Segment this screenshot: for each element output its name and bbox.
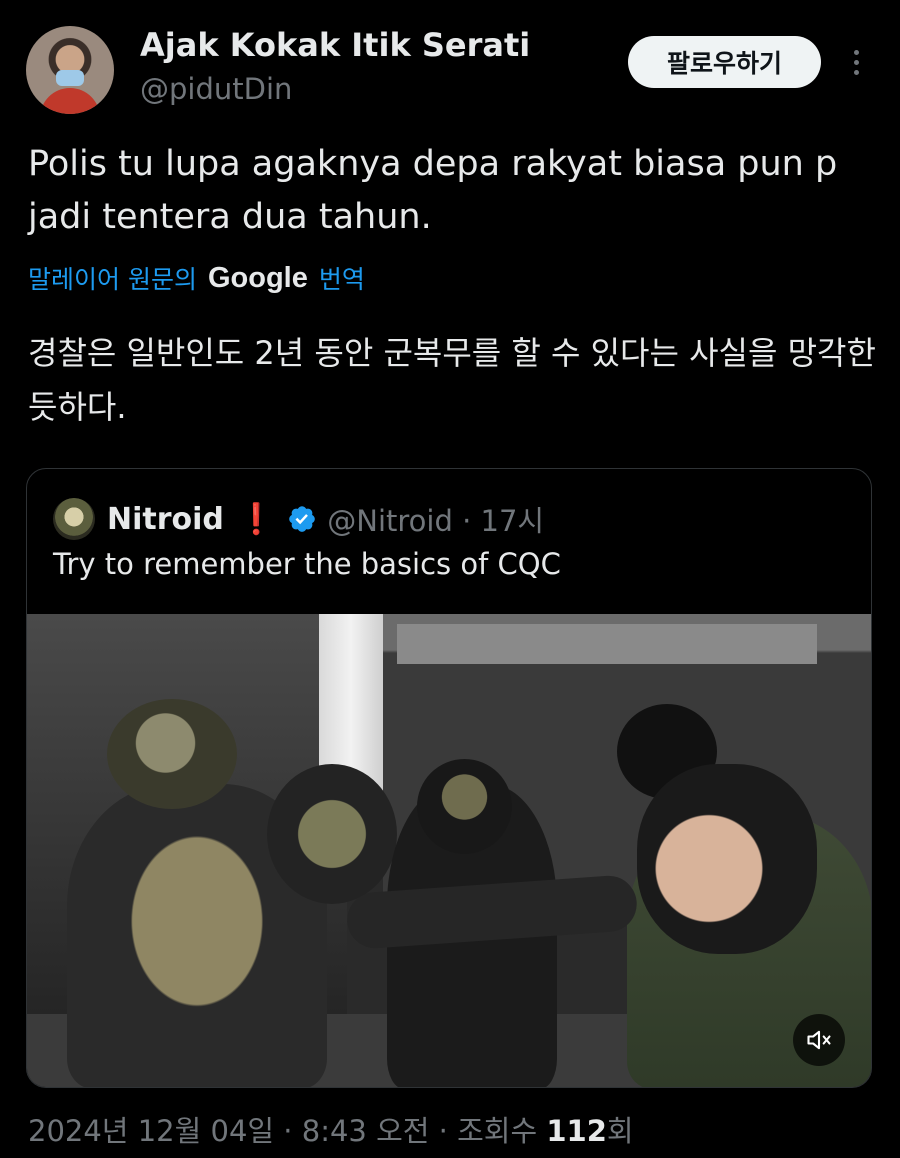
translation-suffix: 번역 — [318, 265, 365, 294]
more-dot — [853, 69, 859, 75]
video-player[interactable] — [27, 614, 871, 1087]
more-dot — [853, 49, 859, 55]
follow-button[interactable]: 팔로우하기 — [628, 36, 821, 88]
tweet-text: Polis tu lupa agaknya depa rakyat biasa … — [28, 144, 838, 237]
avatar-shirt-detail — [40, 88, 100, 114]
quote-author-avatar[interactable] — [53, 498, 95, 540]
more-icon[interactable] — [840, 40, 872, 84]
translation-prefix: 말레이어 원문의 — [28, 265, 197, 294]
google-logo: Google — [207, 261, 308, 294]
exclamation-icon: ❗ — [237, 501, 276, 537]
translated-text: 경찰은 일반인도 2년 동안 군복무를 할 수 있다는 사실을 망각한 듯하다. — [28, 334, 876, 426]
video-figure-helmet — [267, 764, 397, 904]
author-avatar[interactable] — [26, 26, 114, 114]
author-handle[interactable]: @pidutDin — [140, 72, 292, 106]
tweet-timestamp[interactable]: 2024년 12월 04일 · 8:43 오전 · 조회수 — [28, 1114, 546, 1148]
more-dot — [853, 59, 859, 65]
view-count-suffix: 회 — [606, 1114, 634, 1148]
volume-muted-icon — [807, 1030, 831, 1050]
view-count: 112 — [546, 1114, 607, 1148]
tweet-meta: 2024년 12월 04일 · 8:43 오전 · 조회수 112회 — [28, 1108, 634, 1150]
quote-author-handle-time[interactable]: @Nitroid · 17시 — [327, 498, 544, 540]
quote-text: Try to remember the basics of CQC — [53, 547, 561, 581]
video-figure-helmet — [107, 699, 237, 809]
video-scene-frame — [397, 624, 817, 664]
video-figure-head — [637, 764, 817, 954]
author-name[interactable]: Ajak Kokak Itik Serati — [140, 26, 530, 64]
verified-badge-icon — [289, 506, 316, 532]
video-figure-helmet — [417, 759, 512, 854]
quote-tweet-card[interactable]: Nitroid ❗ @Nitroid · 17시 Try to remember… — [26, 468, 872, 1088]
translation-attribution[interactable]: 말레이어 원문의 Google 번역 — [28, 260, 365, 296]
mute-button[interactable] — [793, 1014, 845, 1066]
avatar-mask-detail — [56, 70, 84, 86]
quote-author-name[interactable]: Nitroid — [107, 502, 224, 537]
